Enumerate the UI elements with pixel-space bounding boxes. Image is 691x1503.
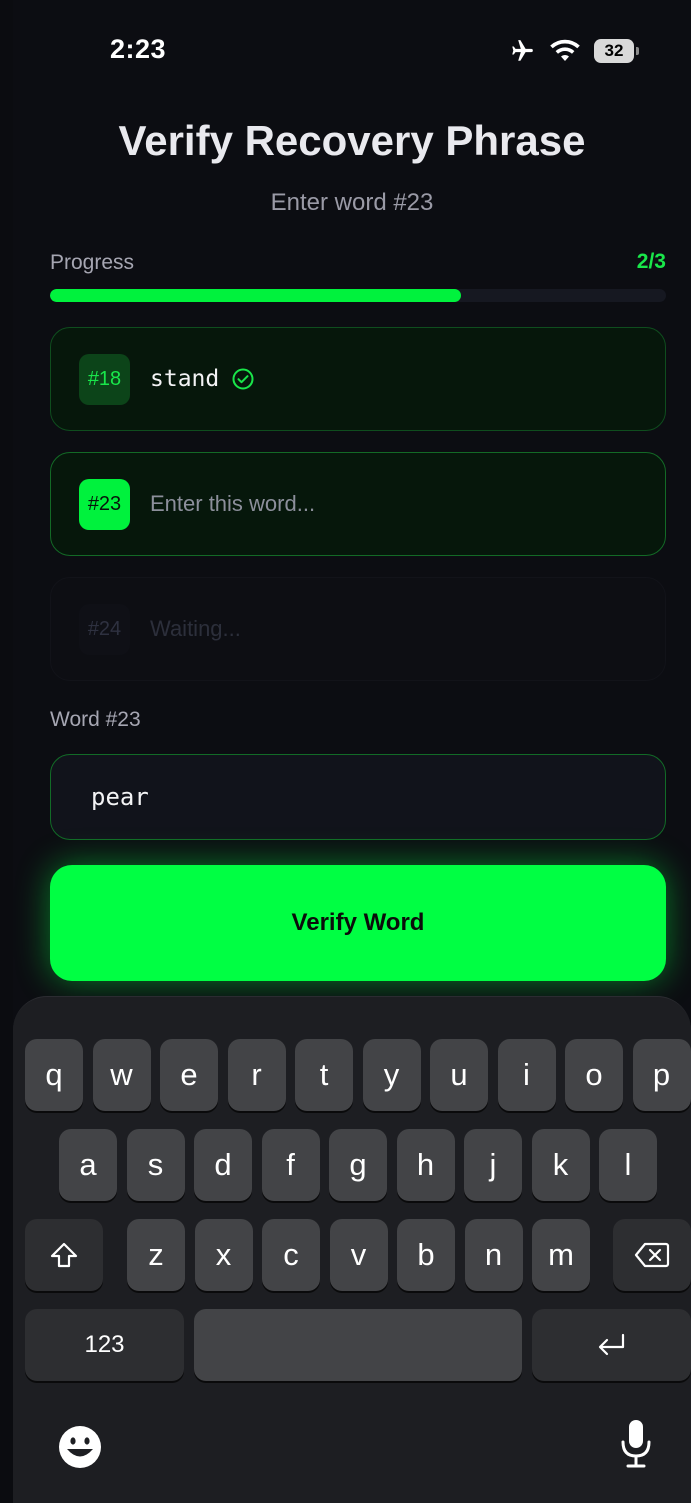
key-x[interactable]: x xyxy=(194,1219,253,1291)
word-input-label: Word #23 xyxy=(50,708,141,731)
word-input[interactable] xyxy=(50,754,666,840)
emoji-icon[interactable] xyxy=(57,1424,103,1470)
word-card-verified: #18 stand xyxy=(50,327,666,431)
key-g[interactable]: g xyxy=(329,1129,387,1201)
backspace-key[interactable] xyxy=(613,1219,691,1291)
wifi-icon xyxy=(550,39,580,61)
key-l[interactable]: l xyxy=(599,1129,657,1201)
key-a[interactable]: a xyxy=(59,1129,117,1201)
backspace-icon xyxy=(634,1242,670,1268)
key-o[interactable]: o xyxy=(565,1039,623,1111)
shift-icon xyxy=(50,1242,78,1268)
key-d[interactable]: d xyxy=(194,1129,252,1201)
key-r[interactable]: r xyxy=(227,1039,286,1111)
key-v[interactable]: v xyxy=(329,1219,388,1291)
microphone-icon[interactable] xyxy=(618,1418,654,1470)
progress-bar xyxy=(50,289,666,302)
key-c[interactable]: c xyxy=(262,1219,320,1291)
key-m[interactable]: m xyxy=(532,1219,590,1291)
word-card-waiting: #24 Waiting... xyxy=(50,577,666,681)
key-w[interactable]: w xyxy=(92,1039,151,1111)
space-key[interactable] xyxy=(194,1309,522,1381)
key-k[interactable]: k xyxy=(531,1129,590,1201)
progress-label: Progress xyxy=(50,251,135,274)
key-b[interactable]: b xyxy=(397,1219,455,1291)
word-card-active[interactable]: #23 Enter this word... xyxy=(50,452,666,556)
key-i[interactable]: i xyxy=(497,1039,556,1111)
key-u[interactable]: u xyxy=(430,1039,488,1111)
key-z[interactable]: z xyxy=(127,1219,185,1291)
check-circle-icon xyxy=(232,368,254,390)
page-subtitle: Enter word #23 xyxy=(270,189,434,216)
key-p[interactable]: p xyxy=(632,1039,691,1111)
keyboard: 123 qwertyuiop asdfghjkl zxcvbnm xyxy=(13,996,691,1503)
word-text: stand xyxy=(150,366,220,392)
word-number-badge: #18 xyxy=(79,353,130,405)
key-s[interactable]: s xyxy=(126,1129,185,1201)
status-icons: 32 xyxy=(508,38,639,64)
key-j[interactable]: j xyxy=(464,1129,522,1201)
key-n[interactable]: n xyxy=(464,1219,523,1291)
key-e[interactable]: e xyxy=(160,1039,218,1111)
word-number-badge: #23 xyxy=(79,478,130,530)
key-f[interactable]: f xyxy=(261,1129,320,1201)
screen: 2:23 32 Verify Recovery Phrase Enter wor… xyxy=(13,0,691,1503)
airplane-icon xyxy=(512,40,533,61)
word-placeholder: Enter this word... xyxy=(150,491,316,516)
key-q[interactable]: q xyxy=(25,1039,83,1111)
verify-word-button[interactable]: Verify Word xyxy=(50,865,666,981)
shift-key[interactable] xyxy=(25,1219,103,1291)
page-title: Verify Recovery Phrase xyxy=(118,117,586,164)
return-icon xyxy=(598,1333,624,1356)
key-t[interactable]: t xyxy=(295,1039,353,1111)
word-number-badge: #24 xyxy=(79,603,130,655)
numbers-key[interactable]: 123 xyxy=(25,1309,184,1381)
status-time: 2:23 xyxy=(110,34,167,64)
key-y[interactable]: y xyxy=(362,1039,421,1111)
progress-count: 2/3 xyxy=(636,250,666,273)
battery-icon: 32 xyxy=(594,39,639,63)
return-key[interactable] xyxy=(532,1309,691,1381)
word-waiting-text: Waiting... xyxy=(150,616,241,641)
key-h[interactable]: h xyxy=(396,1129,455,1201)
progress-fill xyxy=(50,289,461,302)
